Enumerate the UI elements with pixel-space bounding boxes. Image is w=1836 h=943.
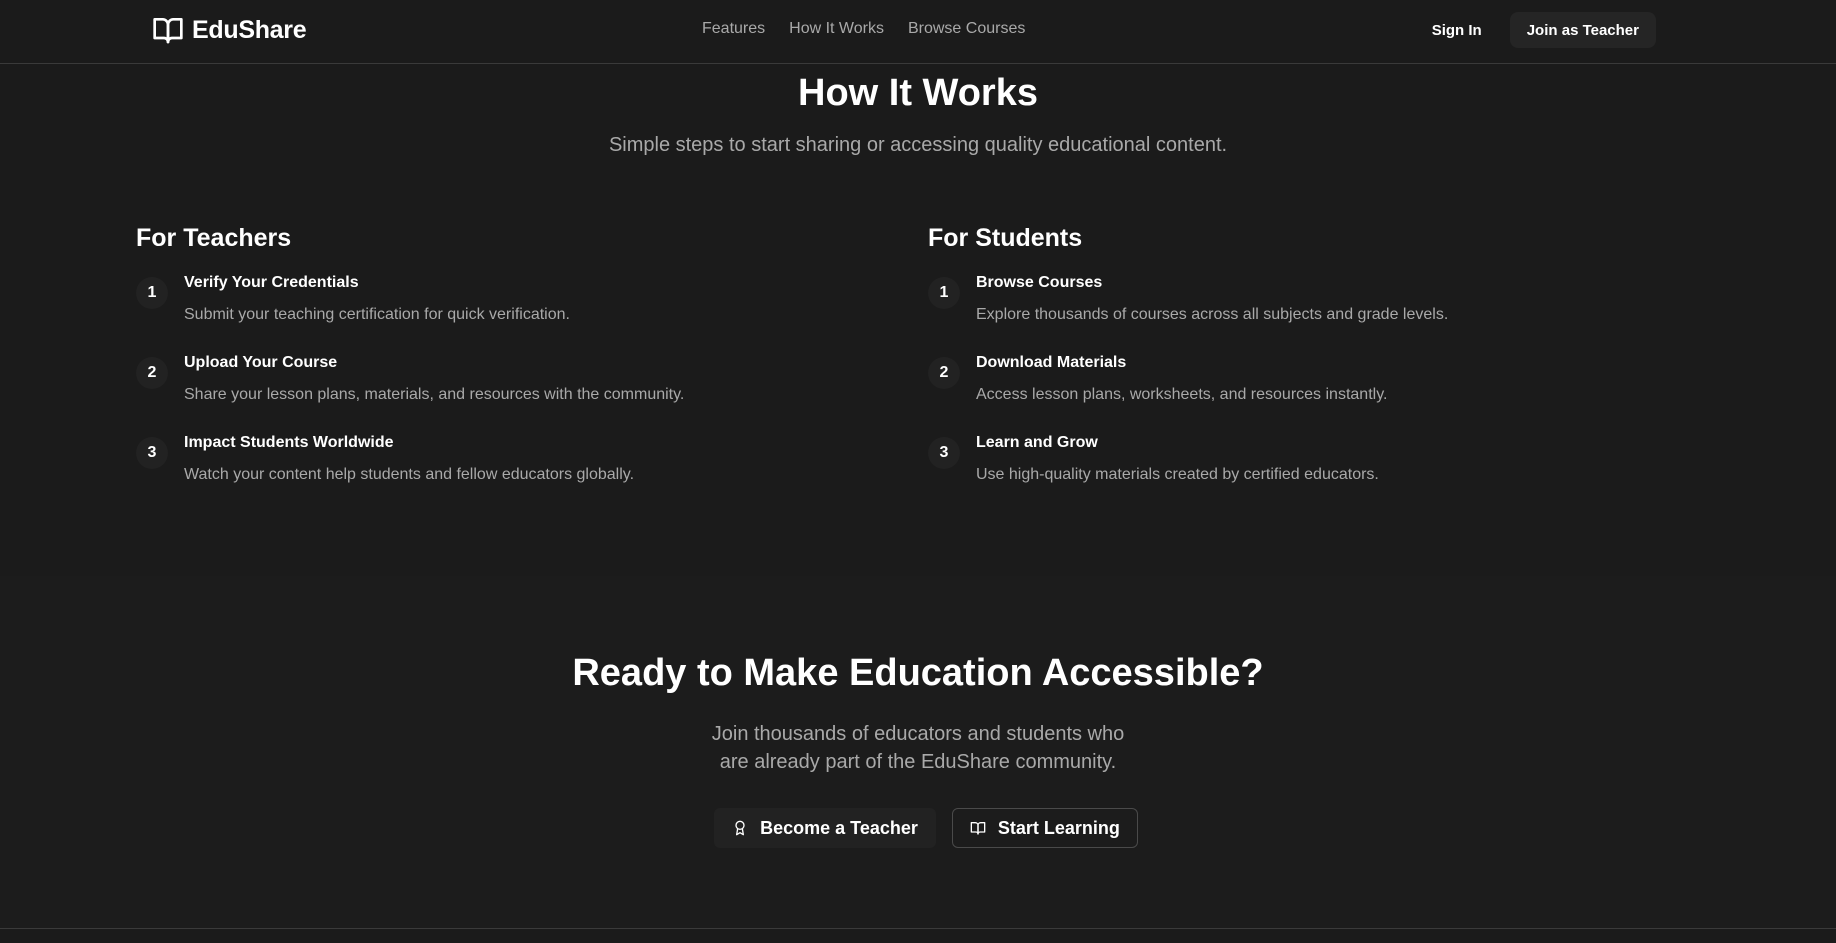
step-title: Verify Your Credentials xyxy=(184,274,359,291)
start-learning-button[interactable]: Start Learning xyxy=(951,808,1138,848)
teacher-step: 1 Verify Your Credentials Submit your te… xyxy=(136,273,836,353)
become-teacher-label: Become a Teacher xyxy=(760,817,918,838)
step-description: Share your lesson plans, materials, and … xyxy=(184,386,685,403)
sign-in-link[interactable]: Sign In xyxy=(1432,22,1482,39)
step-number-badge: 1 xyxy=(136,277,168,309)
students-column: For Students 1 Browse Courses Explore th… xyxy=(928,224,1628,513)
step-title: Learn and Grow xyxy=(976,434,1098,451)
cta-title: Ready to Make Education Accessible? xyxy=(572,652,1264,694)
cta-buttons: Become a Teacher Start Learning xyxy=(0,808,1836,848)
nav-link-browse-courses[interactable]: Browse Courses xyxy=(908,20,1025,38)
become-teacher-button[interactable]: Become a Teacher xyxy=(714,808,936,848)
main-nav: Features How It Works Browse Courses xyxy=(702,20,1025,38)
join-as-teacher-button[interactable]: Join as Teacher xyxy=(1509,12,1656,48)
cta-subtitle: Join thousands of educators and students… xyxy=(0,720,1836,776)
book-open-icon xyxy=(152,14,184,46)
cta-subtitle-line: are already part of the EduShare communi… xyxy=(719,751,1117,773)
step-description: Watch your content help students and fel… xyxy=(184,466,635,483)
book-open-icon xyxy=(970,820,986,836)
footer-strip xyxy=(0,929,1836,943)
step-number-badge: 3 xyxy=(928,437,960,469)
nav-link-features[interactable]: Features xyxy=(702,20,765,38)
step-number-badge: 2 xyxy=(928,357,960,389)
step-description: Explore thousands of courses across all … xyxy=(976,306,1449,323)
step-title: Upload Your Course xyxy=(184,354,338,371)
students-heading: For Students xyxy=(928,224,1083,252)
how-it-works-section: How It Works Simple steps to start shari… xyxy=(0,64,1836,576)
step-title: Browse Courses xyxy=(976,274,1103,291)
student-step: 2 Download Materials Access lesson plans… xyxy=(928,353,1628,433)
nav-link-how-it-works[interactable]: How It Works xyxy=(789,20,884,38)
how-it-works-title: How It Works xyxy=(798,72,1038,114)
step-description: Use high-quality materials created by ce… xyxy=(976,466,1379,483)
header-actions: Sign In Join as Teacher xyxy=(1432,12,1656,48)
start-learning-label: Start Learning xyxy=(997,817,1120,838)
step-description: Access lesson plans, worksheets, and res… xyxy=(976,386,1388,403)
teachers-column: For Teachers 1 Verify Your Credentials S… xyxy=(136,224,836,513)
teachers-heading: For Teachers xyxy=(136,224,292,252)
student-step: 3 Learn and Grow Use high-quality materi… xyxy=(928,433,1628,513)
step-title: Download Materials xyxy=(976,354,1127,371)
student-step: 1 Browse Courses Explore thousands of co… xyxy=(928,273,1628,353)
award-icon xyxy=(732,820,748,836)
step-description: Submit your teaching certification for q… xyxy=(184,306,570,323)
site-header: EduShare Features How It Works Browse Co… xyxy=(0,0,1836,64)
brand-name: EduShare xyxy=(192,15,307,44)
step-title: Impact Students Worldwide xyxy=(184,434,394,451)
teacher-step: 2 Upload Your Course Share your lesson p… xyxy=(136,353,836,433)
step-number-badge: 1 xyxy=(928,277,960,309)
teacher-step: 3 Impact Students Worldwide Watch your c… xyxy=(136,433,836,513)
brand-logo-link[interactable]: EduShare xyxy=(152,14,307,46)
cta-subtitle-line: Join thousands of educators and students… xyxy=(711,723,1125,745)
how-it-works-subtitle: Simple steps to start sharing or accessi… xyxy=(608,134,1228,156)
step-number-badge: 3 xyxy=(136,437,168,469)
cta-section: Ready to Make Education Accessible? Join… xyxy=(0,576,1836,929)
step-number-badge: 2 xyxy=(136,357,168,389)
